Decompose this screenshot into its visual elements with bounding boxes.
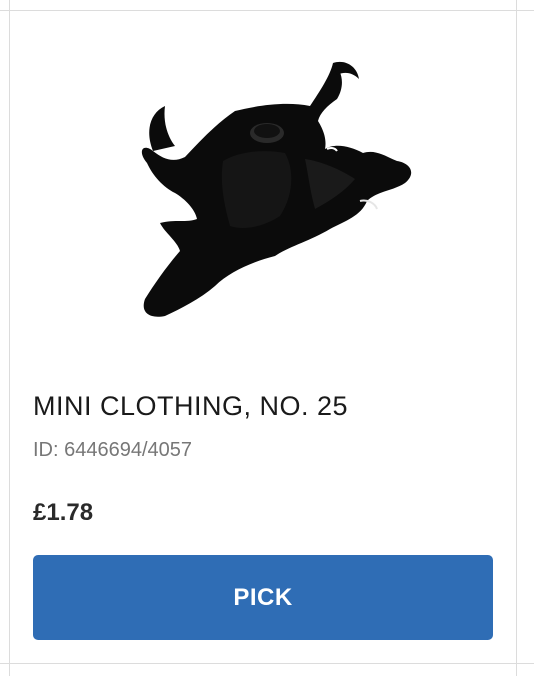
grid-divider-bottom	[0, 663, 534, 664]
product-id: ID: 6446694/4057	[33, 439, 193, 461]
grid-divider-right	[516, 0, 517, 676]
product-name: MINI CLOTHING, NO. 25	[33, 391, 349, 421]
page: MINI CLOTHING, NO. 25 ID: 6446694/4057 £…	[0, 0, 534, 676]
pick-button-label: PICK	[233, 583, 293, 611]
pick-button[interactable]: PICK	[33, 555, 493, 640]
product-price: £1.78	[33, 499, 94, 526]
product-card: MINI CLOTHING, NO. 25 ID: 6446694/4057 £…	[10, 11, 516, 663]
product-image[interactable]	[105, 51, 425, 331]
cape-piece-icon	[141, 61, 412, 317]
